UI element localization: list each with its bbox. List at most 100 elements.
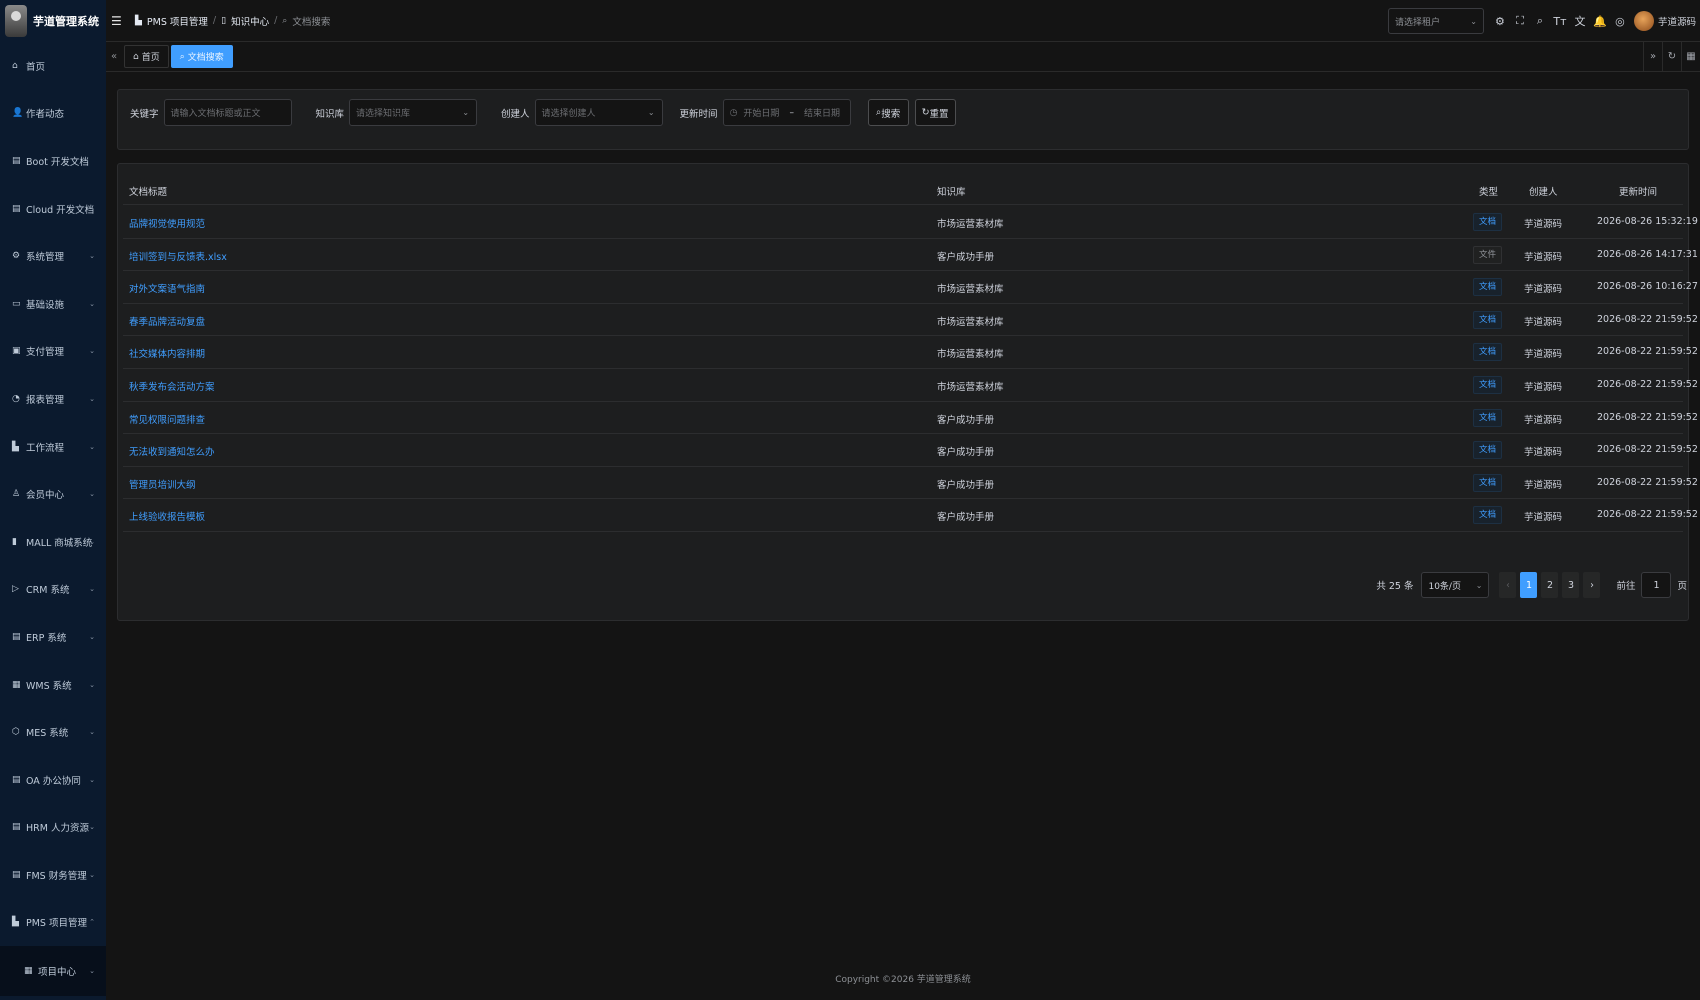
tabs-menu-icon[interactable]: ▦ [1681,42,1700,72]
page-size-select[interactable]: 10条/页 ⌄ [1421,572,1490,598]
sidebar-item[interactable]: ♙ 会员中心 ⌄ [0,470,106,518]
chevron-icon: ⌄ [89,870,95,879]
sidebar-item[interactable]: ⬡ MES 系统 ⌄ [0,708,106,756]
chevron-icon: ⌄ [89,728,95,737]
tab-label: 首页 [141,53,160,63]
sidebar-item[interactable]: ▙ PMS 项目管理 ⌃ [0,899,106,947]
sidebar-item[interactable]: ▣ 支付管理 ⌄ [0,328,106,376]
breadcrumb-item-current: 文档搜索 [292,16,331,28]
sidebar-item[interactable]: 👤 作者动态 [0,90,106,138]
breadcrumb-item-knowledge[interactable]: 知识中心 [231,14,269,28]
next-page-button[interactable]: › [1583,572,1601,598]
sidebar-item[interactable]: ▤ ERP 系统 ⌄ [0,613,106,661]
sidebar-subitem-project-center[interactable]: ▦ 项目中心 ⌄ [0,946,106,997]
tab-home[interactable]: ⌂ 首页 [124,45,169,68]
page-button-1[interactable]: 1 [1520,572,1538,598]
keyword-input[interactable]: 请输入文档标题或正文 [163,99,292,126]
sidebar-item[interactable]: ▤ OA 办公协同 ⌄ [0,756,106,804]
fullscreen-icon[interactable]: ⛶ [1510,14,1530,28]
oa-icon: ▤ [12,774,21,785]
document-title-link[interactable]: 上线验收报告模板 [129,509,205,523]
sidebar-item-label: 首页 [26,61,46,73]
sidebar-item-label: 项目中心 [38,967,77,979]
refresh-icon[interactable]: ↻ [1662,42,1681,72]
sidebar-item[interactable]: ▤ Boot 开发文档 [0,137,106,185]
sidebar-item[interactable]: ▤ Cloud 开发文档 [0,185,106,233]
creator-select[interactable]: 请选择创建人 ⌄ [534,99,663,126]
knowledge-base-cell: 市场运营素材库 [937,349,1004,361]
sidebar-item[interactable]: ◔ 报表管理 ⌄ [0,375,106,423]
sidebar-item-label: 工作流程 [26,442,65,454]
table-row: 秋季发布会活动方案 市场运营素材库 文档 芋道源码 2026-08-22 21:59:5… [123,369,1698,402]
sidebar-item[interactable]: ▤ HRM 人力资源 ⌄ [0,804,106,852]
document-title-link[interactable]: 对外文案语气指南 [129,281,205,295]
breadcrumb-knowledge-icon: ▯ [221,15,227,26]
sidebar-item[interactable]: ▮ MALL 商城系统 ⌄ [0,518,106,566]
sidebar-menu: ⌂ 首页 👤 作者动态 ▤ Boot 开发文档 ▤ Cloud 开发文档 ⚙ 系统管理 ⌄ ▭ 基础设施… [0,42,106,997]
tabs-bar: « ⌂ 首页 ⌕ 文档搜索 » ↻ ▦ [106,42,1700,72]
goto-page-input[interactable]: 1 [1641,572,1672,598]
knowledge-base-select[interactable]: 请选择知识库 ⌄ [349,99,478,126]
prev-page-button[interactable]: ‹ [1499,572,1517,598]
sidebar-item[interactable]: ▤ FMS 财务管理 ⌄ [0,851,106,899]
menu-toggle-icon[interactable]: ☰ [111,14,131,28]
document-title-link[interactable]: 品牌视觉使用规范 [129,216,205,230]
creator-cell: 芋道源码 [1524,382,1563,393]
sidebar-item[interactable]: ⚙ 系统管理 ⌄ [0,232,106,280]
sidebar-item-label: ERP 系统 [26,632,67,644]
sidebar-item[interactable]: ▭ 基础设施 ⌄ [0,280,106,328]
avatar[interactable] [1633,11,1654,31]
sidebar-item[interactable]: ⌂ 首页 [0,42,106,90]
chevron-icon: ⌄ [89,775,95,784]
creator-cell: 芋道源码 [1524,349,1563,361]
document-icon: ▤ [12,155,21,166]
gear-icon: ⚙ [12,251,21,262]
document-title-link[interactable]: 春季品牌活动复盘 [129,314,205,328]
monitor-icon: ▭ [12,298,21,309]
sidebar-item[interactable]: ▦ WMS 系统 ⌄ [0,661,106,709]
search-button[interactable]: ⌕ 搜索 [867,99,909,126]
app-logo[interactable]: 芋道管理系统 [0,0,106,42]
mall-icon: ▮ [12,536,17,547]
chevron-icon: ⌄ [89,490,95,499]
update-time-cell: 2026-08-26 15:32:19 [1597,216,1698,227]
sidebar-item[interactable]: ▙ 工作流程 ⌄ [0,423,106,471]
document-title-link[interactable]: 管理员培训大纲 [129,477,196,491]
hrm-icon: ▤ [12,822,21,833]
sidebar-item[interactable]: ▷ CRM 系统 ⌄ [0,566,106,614]
document-title-link[interactable]: 秋季发布会活动方案 [129,379,215,393]
sidebar-item-label: CRM 系统 [26,585,70,597]
creator-cell: 芋道源码 [1524,219,1563,230]
date-range-picker[interactable]: ◷ 开始日期 – 结束日期 [722,99,851,126]
document-title-link[interactable]: 培训签到与反馈表.xlsx [129,249,227,263]
chevron-icon: ⌄ [89,442,95,451]
page-button-3[interactable]: 3 [1562,572,1580,598]
page-button-2[interactable]: 2 [1541,572,1559,598]
sidebar: 芋道管理系统 ⌂ 首页 👤 作者动态 ▤ Boot 开发文档 ▤ Cloud 开发文档 ⚙ 系统管… [0,0,106,1000]
document-title-link[interactable]: 社交媒体内容排期 [129,346,205,360]
notification-bell-icon[interactable]: 🔔 [1590,15,1610,28]
tenant-select[interactable]: 请选择租户 ⌄ [1387,8,1484,34]
crm-icon: ▷ [12,584,19,595]
update-time-cell: 2026-08-26 10:16:27 [1597,281,1698,293]
settings-icon[interactable]: ⚙ [1490,15,1510,28]
tab-document-search[interactable]: ⌕ 文档搜索 [170,45,233,68]
chevron-icon: ⌄ [89,823,95,832]
knowledge-base-cell: 客户成功手册 [937,447,995,459]
message-icon[interactable]: ◎ [1610,15,1630,28]
document-title-link[interactable]: 常见权限问题排查 [129,412,205,426]
username[interactable]: 芋道源码 [1658,14,1696,28]
breadcrumb-item-pms[interactable]: PMS 项目管理 [147,14,208,28]
tabs-scroll-right-icon[interactable]: » [1643,42,1662,72]
creator-placeholder: 请选择创建人 [541,109,596,119]
tabs-scroll-left-icon[interactable]: « [106,51,122,62]
reset-button[interactable]: ↻ 重置 [914,99,956,126]
font-size-icon[interactable]: Tт [1550,15,1570,28]
search-icon[interactable]: ⌕ [1530,14,1550,28]
chevron-down-icon: ⌄ [462,108,470,117]
end-date-placeholder: 结束日期 [803,109,840,119]
document-title-link[interactable]: 无法收到通知怎么办 [129,444,215,458]
type-badge: 文档 [1473,441,1503,460]
translate-icon[interactable]: 文 [1570,13,1590,29]
goto-suffix: 页 [1677,581,1687,592]
